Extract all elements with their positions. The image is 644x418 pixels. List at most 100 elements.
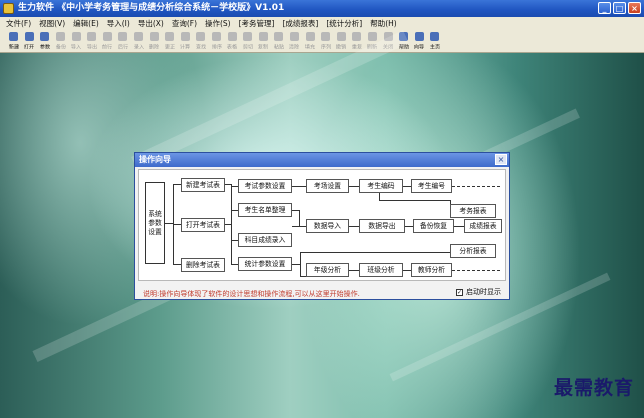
system-params-node[interactable]: 系统参数设置 — [145, 182, 165, 264]
toolbar-icon — [414, 32, 424, 41]
toolbar-button[interactable]: 计算 — [178, 30, 194, 51]
toolbar-button[interactable]: 主页 — [427, 30, 443, 51]
toolbar-icon — [165, 32, 175, 41]
toolbar-button-label: 剪切 — [242, 44, 253, 51]
toolbar-button[interactable]: 表格 — [224, 30, 240, 51]
toolbar-button[interactable]: 清除 — [287, 30, 303, 51]
show-on-startup[interactable]: ✓ 启动时显示 — [456, 287, 501, 297]
toolbar-button[interactable]: 填充 — [302, 30, 318, 51]
toolbar-icon — [336, 32, 346, 41]
stat-params-node[interactable]: 统计参数设置 — [238, 257, 292, 271]
data-import-node[interactable]: 数据导入 — [306, 219, 349, 233]
toolbar-button[interactable]: 查找 — [193, 30, 209, 51]
toolbar-icon — [274, 32, 284, 41]
toolbar-icon — [430, 32, 440, 41]
toolbar-button-label: 序列 — [320, 44, 331, 51]
watermark-text: 最需教育 — [553, 377, 634, 399]
grade-analysis-node[interactable]: 年级分析 — [306, 263, 349, 277]
student-id-node[interactable]: 考生编号 — [411, 179, 452, 193]
toolbar-button-label: 导入 — [71, 44, 82, 51]
toolbar-icon — [134, 32, 144, 41]
score-entry-node[interactable]: 科目成绩录入 — [238, 233, 292, 247]
operation-wizard-dialog: 操作向导 × 系统参数设置 新建考试表 打开考试表 删除考试表 考试参数设置 考… — [134, 152, 510, 300]
open-exam-node[interactable]: 打开考试表 — [181, 218, 225, 232]
toolbar-button[interactable]: 打开 — [22, 30, 38, 51]
toolbar-button[interactable]: 参数 — [37, 30, 53, 51]
toolbar-button-label: 打开 — [24, 44, 35, 51]
toolbar-button-label: 复制 — [258, 44, 269, 51]
minimize-button[interactable]: _ — [598, 2, 611, 14]
toolbar-button[interactable]: 序列 — [318, 30, 334, 51]
show-on-startup-checkbox[interactable]: ✓ — [456, 288, 463, 296]
class-analysis-node[interactable]: 班级分析 — [359, 263, 403, 277]
toolbar-icon — [289, 32, 299, 41]
window-controls: _ □ × — [598, 2, 641, 14]
toolbar-icon — [227, 32, 237, 41]
toolbar-button[interactable]: 更正 — [162, 30, 178, 51]
dialog-close-button[interactable]: × — [495, 154, 507, 165]
menu-item[interactable]: 编辑(E) — [73, 18, 99, 29]
menu-item[interactable]: 导入(I) — [107, 18, 130, 29]
toolbar-icon — [24, 32, 34, 41]
teacher-analysis-node[interactable]: 教师分析 — [411, 263, 452, 277]
toolbar-button[interactable]: 排序 — [209, 30, 225, 51]
toolbar-icon — [87, 32, 97, 41]
menu-item[interactable]: 查询(F) — [172, 18, 197, 29]
toolbar-icon — [258, 32, 268, 41]
score-report-node[interactable]: 成绩报表 — [464, 219, 502, 233]
window-title: 生力软件 《中小学考务管理与成绩分析综合系统－学校版》V1.01 — [18, 3, 285, 13]
toolbar-icon — [40, 32, 50, 41]
toolbar-icon — [212, 32, 222, 41]
toolbar-button[interactable]: 新建 — [6, 30, 22, 51]
toolbar-button-label: 向导 — [414, 44, 425, 51]
toolbar-button[interactable]: 后行 — [115, 30, 131, 51]
toolbar-button-label: 备份 — [55, 44, 66, 51]
new-exam-node[interactable]: 新建考试表 — [181, 178, 225, 192]
maximize-button[interactable]: □ — [613, 2, 626, 14]
show-on-startup-label: 启动时显示 — [466, 288, 501, 296]
menu-item[interactable]: 视图(V) — [39, 18, 65, 29]
menu-item[interactable]: [考务管理] — [239, 18, 275, 29]
toolbar-icon — [352, 32, 362, 41]
toolbar-button[interactable]: 备份 — [53, 30, 69, 51]
student-number-node[interactable]: 考生编码 — [359, 179, 403, 193]
analysis-report-node[interactable]: 分析报表 — [450, 244, 496, 258]
toolbar-button[interactable]: 删除 — [146, 30, 162, 51]
toolbar-button[interactable]: 剪切 — [240, 30, 256, 51]
toolbar-button-label: 后行 — [117, 44, 129, 51]
toolbar-button[interactable]: 向导 — [411, 30, 427, 51]
app-icon — [3, 3, 14, 14]
toolbar-button-label: 计算 — [180, 44, 191, 51]
toolbar-button-label: 主页 — [429, 44, 440, 51]
toolbar-button[interactable]: 撤销 — [333, 30, 349, 51]
toolbar-button[interactable]: 导出 — [84, 30, 100, 51]
wizard-description: 说明:操作向导体现了软件的设计思想和操作流程,可以从这里开始操作. — [143, 290, 360, 298]
exam-room-node[interactable]: 考场设置 — [306, 179, 349, 193]
toolbar-button-label: 清除 — [289, 44, 300, 51]
menu-item[interactable]: 导出(X) — [138, 18, 164, 29]
toolbar-button-label: 表格 — [226, 44, 238, 51]
menu-item[interactable]: [成绩报表] — [282, 18, 318, 29]
toolbar-icon — [71, 32, 81, 41]
menu-item[interactable]: 文件(F) — [6, 18, 31, 29]
toolbar-button[interactable]: 导入 — [68, 30, 84, 51]
exam-params-node[interactable]: 考试参数设置 — [238, 179, 292, 193]
exam-report-node[interactable]: 考务报表 — [450, 204, 496, 218]
toolbar-button[interactable]: 复制 — [256, 30, 272, 51]
toolbar-icon — [367, 32, 377, 41]
toolbar-button[interactable]: 前行 — [100, 30, 116, 51]
menu-item[interactable]: [统计分析] — [326, 18, 362, 29]
close-button[interactable]: × — [628, 2, 641, 14]
data-export-node[interactable]: 数据导出 — [359, 219, 405, 233]
student-list-node[interactable]: 考生名单整理 — [238, 203, 292, 217]
menu-item[interactable]: 帮助(H) — [370, 18, 397, 29]
toolbar-button[interactable]: 粘贴 — [271, 30, 287, 51]
toolbar-button[interactable]: 录入 — [131, 30, 147, 51]
toolbar-button-label: 导出 — [86, 44, 97, 51]
toolbar-button-label: 查找 — [195, 44, 207, 51]
backup-restore-node[interactable]: 备份恢复 — [413, 219, 454, 233]
menu-item[interactable]: 操作(S) — [205, 18, 231, 29]
toolbar-icon — [102, 32, 112, 41]
delete-exam-node[interactable]: 删除考试表 — [181, 258, 225, 272]
toolbar-icon — [118, 32, 128, 41]
